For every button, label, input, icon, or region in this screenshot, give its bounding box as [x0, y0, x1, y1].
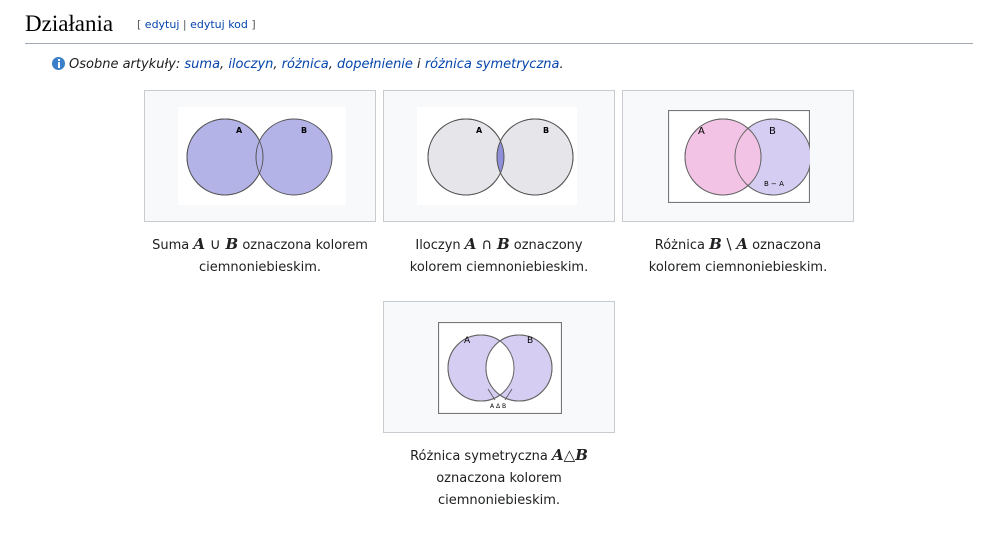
math-operator: ∪: [205, 235, 226, 253]
venn-difference-diagram: A B B − A: [668, 110, 810, 203]
math-operator: ∩: [476, 235, 497, 253]
edit-section-links: [ edytuj | edytuj kod ]: [137, 18, 256, 32]
math-b: B: [496, 235, 510, 253]
figure-symmetric-difference-caption: Różnica symetryczna A△B oznaczona kolore…: [379, 444, 619, 512]
math-a: A: [464, 235, 477, 253]
caption-text: Różnica symetryczna: [410, 449, 553, 464]
math-a: A: [552, 446, 564, 464]
section-title: Działania: [25, 11, 114, 36]
label-a: A: [236, 126, 243, 135]
link-suma[interactable]: suma: [184, 57, 220, 72]
link-dopelnienie[interactable]: dopełnienie: [337, 57, 413, 72]
hatnote-separator: ,: [328, 57, 338, 72]
math-operator: \: [721, 235, 737, 253]
figure-symmetric-difference-image[interactable]: A B A Δ B: [383, 301, 615, 433]
caption-text: Suma: [152, 238, 194, 253]
hatnote-separator: ,: [273, 57, 282, 72]
label-b: B: [527, 336, 533, 346]
section-heading: Działania [ edytuj | edytuj kod ]: [25, 9, 973, 44]
figure-difference-caption: Różnica B \ A oznaczona kolorem ciemnoni…: [618, 233, 858, 279]
caption-text: oznaczona kolorem: [238, 238, 368, 253]
figure-difference-image[interactable]: A B B − A: [622, 90, 854, 222]
venn-union-diagram: A B: [178, 107, 346, 205]
caption-text: Różnica: [654, 238, 710, 253]
venn-symmetric-difference-diagram: A B A Δ B: [438, 322, 562, 414]
label-a-delta-b: A Δ B: [490, 403, 506, 410]
math-a: A: [736, 235, 748, 253]
label-a: A: [698, 126, 705, 137]
label-b: B: [769, 126, 776, 137]
label-a: A: [464, 336, 471, 346]
hatnote-conjunction: i: [412, 57, 425, 72]
venn-intersection-diagram: A B: [417, 107, 577, 205]
link-iloczyn[interactable]: iloczyn: [228, 57, 273, 72]
link-roznica-symetryczna[interactable]: różnica symetryczna: [425, 57, 560, 72]
caption-text: oznaczona kolorem: [436, 471, 562, 486]
caption-text: kolorem ciemnoniebieskim.: [409, 260, 589, 275]
link-roznica[interactable]: różnica: [282, 57, 329, 72]
figure-intersection-caption: Iloczyn A ∩ B oznaczony kolorem ciemnoni…: [379, 233, 619, 279]
hatnote-end: .: [559, 57, 564, 72]
edit-bracket-close: ]: [247, 18, 256, 31]
figure-union-caption: Suma A ∪ B oznaczona kolorem ciemnoniebi…: [140, 233, 380, 279]
edit-bracket-open: [: [137, 18, 145, 31]
figure-union-image[interactable]: A B: [144, 90, 376, 222]
label-b: B: [301, 126, 307, 135]
hatnote-prefix: Osobne artykuły:: [69, 57, 185, 72]
label-b: B: [543, 126, 549, 135]
math-b: B: [225, 235, 239, 253]
math-a: A: [193, 235, 205, 253]
set-b-circle: [255, 118, 333, 196]
label-a: A: [476, 126, 483, 135]
math-operator: △: [563, 446, 576, 464]
label-b-minus-a: B − A: [764, 180, 784, 188]
caption-text: oznaczony: [509, 238, 583, 253]
info-icon: [52, 57, 65, 70]
caption-text: ciemnoniebieskim.: [437, 493, 561, 508]
edit-link[interactable]: edytuj: [145, 18, 180, 31]
hatnote: Osobne artykuły: suma, iloczyn, różnica,…: [52, 57, 564, 73]
edit-code-link[interactable]: edytuj kod: [190, 18, 248, 31]
math-b: B: [709, 235, 722, 253]
caption-text: ciemnoniebieskim.: [198, 260, 322, 275]
caption-text: oznaczona: [748, 238, 822, 253]
math-b: B: [575, 446, 588, 464]
caption-text: kolorem ciemnoniebieskim.: [648, 260, 828, 275]
edit-separator: |: [179, 18, 191, 31]
figure-intersection-image[interactable]: A B: [383, 90, 615, 222]
caption-text: Iloczyn: [415, 238, 465, 253]
